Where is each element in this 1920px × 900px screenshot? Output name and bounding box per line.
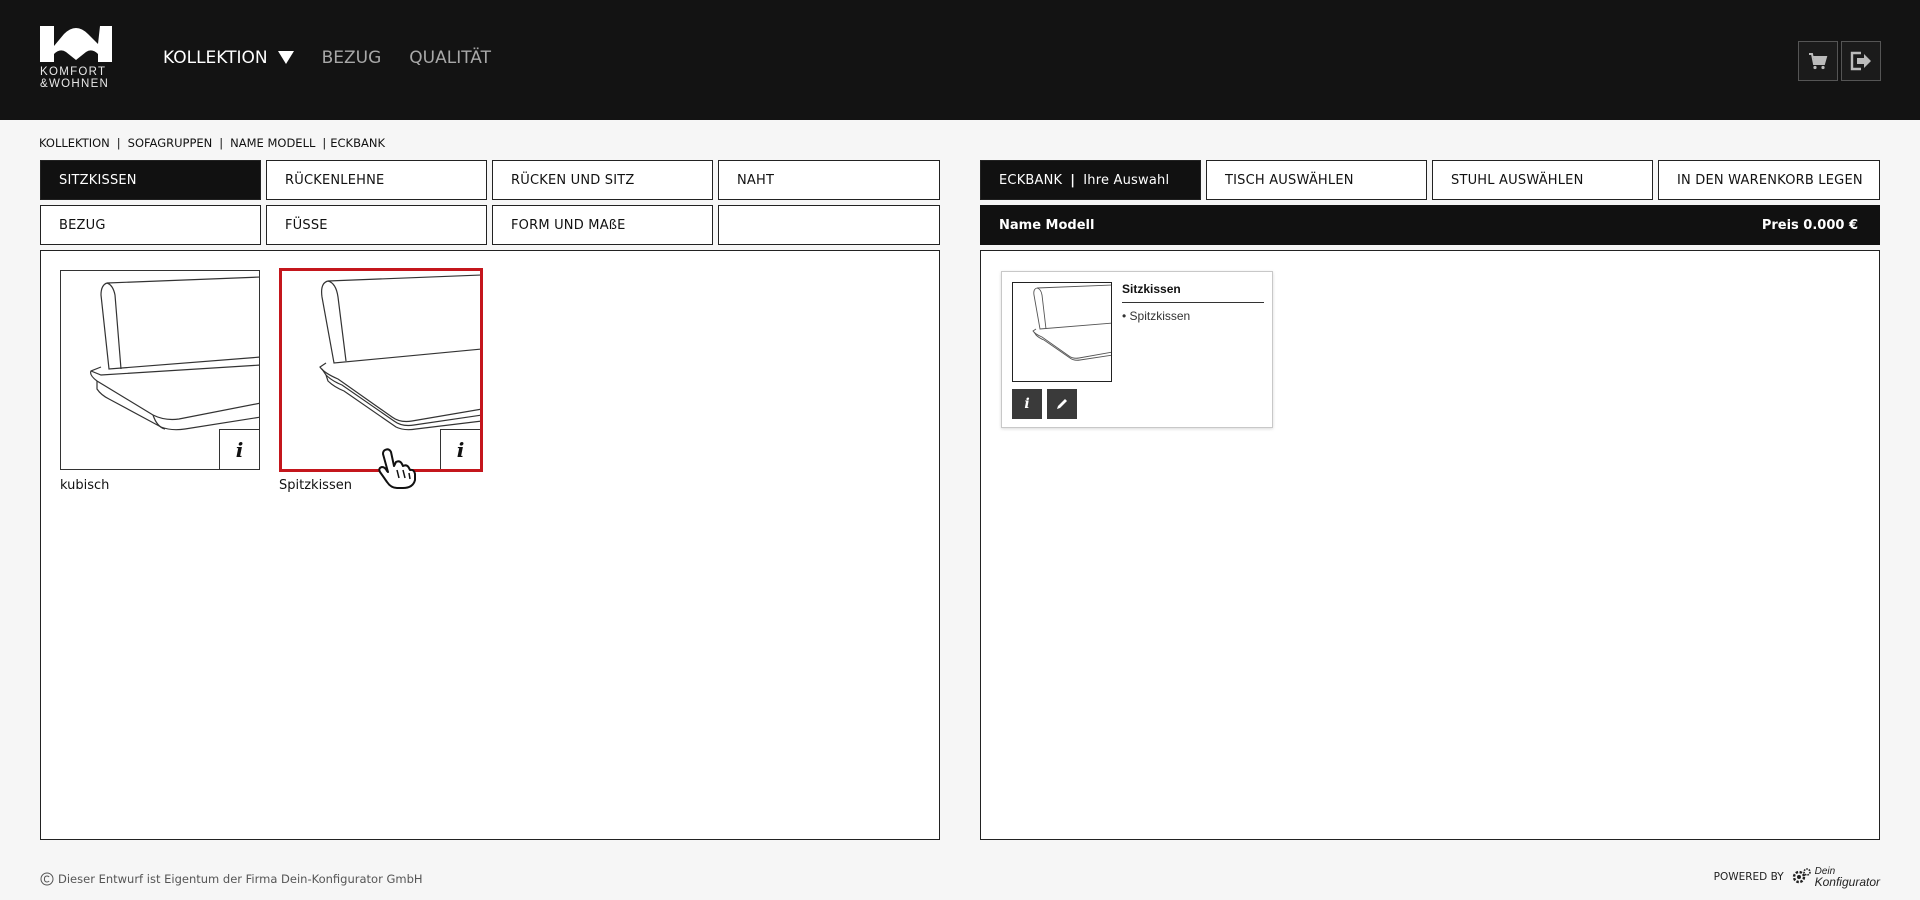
options-panel: i kubisch i Spitzkissen [40, 250, 940, 840]
tab-tisch-auswaehlen[interactable]: TISCH AUSWÄHLEN [1206, 160, 1427, 200]
tab-form-und-masse[interactable]: FORM UND MAßE [492, 205, 713, 245]
selection-title: Sitzkissen [1122, 282, 1264, 303]
option-image-frame-selected[interactable]: i [279, 268, 483, 472]
cart-icon [1809, 53, 1828, 70]
price-label: Preis 0.000 € [1761, 217, 1858, 233]
option-image-frame[interactable]: i [60, 270, 260, 470]
breadcrumb: KOLLEKTION | SOFAGRUPPEN | NAME MODELL |… [39, 136, 385, 150]
brand-logo-mark [40, 26, 112, 62]
info-button[interactable]: i [219, 429, 259, 469]
info-icon: i [235, 437, 244, 462]
tab-bezug[interactable]: BEZUG [40, 205, 261, 245]
brand-line2: &WOHNEN [40, 78, 110, 90]
hand-cursor-icon [378, 448, 416, 489]
tab-empty [718, 205, 940, 245]
tab-naht[interactable]: NAHT [718, 160, 940, 200]
cart-button[interactable] [1798, 41, 1838, 81]
powered-by-label: POWERED BY [1713, 871, 1784, 883]
add-to-cart-button[interactable]: IN DEN WARENKORB LEGEN [1658, 160, 1880, 200]
gear-icon [1792, 868, 1811, 884]
selection-value: • Spitzkissen [1122, 309, 1191, 323]
breadcrumb-item[interactable]: SOFAGRUPPEN [128, 136, 213, 150]
main-nav: KOLLEKTION BEZUG QUALITÄT [163, 48, 519, 68]
footer-powered-by[interactable]: POWERED BY Dein Konfigurator [1713, 866, 1880, 889]
tab-ruecken-und-sitz[interactable]: RÜCKEN UND SITZ [492, 160, 713, 200]
breadcrumb-separator: | [322, 136, 327, 150]
tab-rueckenlehne[interactable]: RÜCKENLEHNE [266, 160, 487, 200]
logout-button[interactable] [1841, 41, 1881, 81]
tab-eckbank-label: ECKBANK [999, 172, 1063, 188]
copyright-text: Dieser Entwurf ist Eigentum der Firma De… [58, 872, 423, 886]
breadcrumb-item[interactable]: KOLLEKTION [39, 136, 110, 150]
breadcrumb-separator: | [219, 136, 224, 150]
logout-icon [1850, 51, 1871, 71]
brand-line1: KOMFORT [40, 66, 107, 78]
top-header: KOMFORT &WOHNEN KOLLEKTION BEZUG QUALITÄ… [0, 0, 1920, 120]
summary-title-bar: Name Modell Preis 0.000 € [980, 205, 1880, 245]
option-label: Spitzkissen [279, 478, 352, 493]
brand-logo[interactable]: KOMFORT &WOHNEN [40, 26, 114, 90]
copyright-icon [40, 872, 54, 886]
caret-down-icon [277, 51, 294, 64]
card-edit-button[interactable] [1047, 389, 1077, 419]
selection-thumbnail [1012, 282, 1112, 382]
info-icon: i [1024, 396, 1030, 412]
dein-konfigurator-logo: Dein Konfigurator [1814, 867, 1880, 889]
brand-name-line2: Konfigurator [1814, 875, 1880, 889]
tab-separator: | [1070, 172, 1076, 188]
tab-stuhl-auswaehlen[interactable]: STUHL AUSWÄHLEN [1432, 160, 1653, 200]
nav-bezug[interactable]: BEZUG [322, 48, 382, 68]
tab-sitzkissen[interactable]: SITZKISSEN [40, 160, 261, 200]
sofa-thumbnail-illustration [1032, 284, 1111, 361]
pencil-icon [1057, 399, 1067, 409]
info-icon: i [456, 437, 465, 462]
breadcrumb-item[interactable]: ECKBANK [330, 136, 385, 150]
info-button[interactable]: i [440, 429, 480, 469]
footer-copyright: Dieser Entwurf ist Eigentum der Firma De… [40, 872, 423, 886]
nav-kollektion[interactable]: KOLLEKTION [163, 48, 294, 68]
tab-eckbank[interactable]: ECKBANK | Ihre Auswahl [980, 160, 1201, 200]
model-name: Name Modell [999, 217, 1095, 233]
breadcrumb-item[interactable]: NAME MODELL [230, 136, 315, 150]
card-info-button[interactable]: i [1012, 389, 1042, 419]
breadcrumb-separator: | [116, 136, 121, 150]
nav-kollektion-label: KOLLEKTION [163, 48, 268, 68]
selection-card: Sitzkissen • Spitzkissen i [1001, 271, 1273, 428]
option-label: kubisch [60, 478, 110, 493]
tab-fuesse[interactable]: FÜSSE [266, 205, 487, 245]
nav-qualitaet[interactable]: QUALITÄT [409, 48, 491, 68]
tab-eckbank-sub: Ihre Auswahl [1083, 172, 1170, 188]
